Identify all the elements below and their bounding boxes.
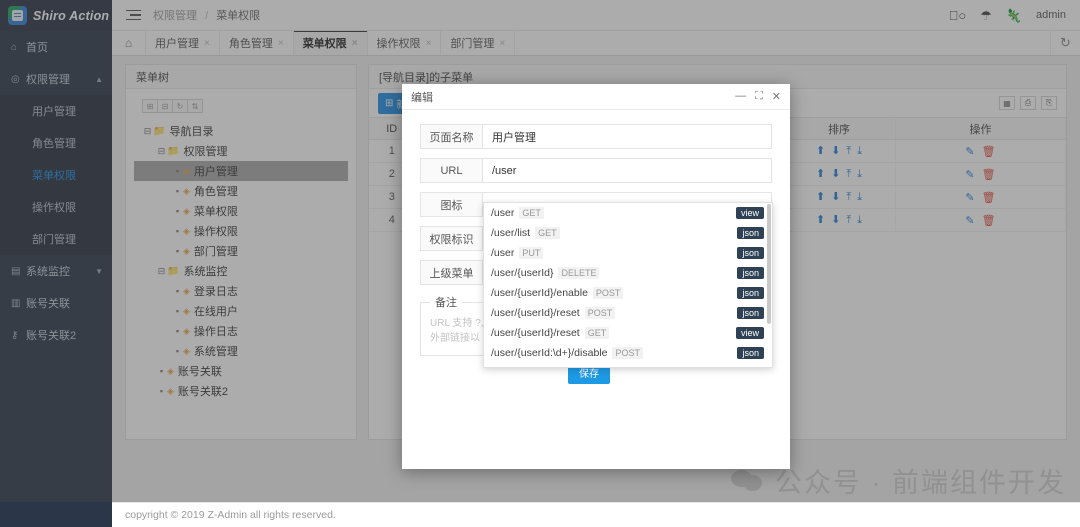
dialog-header: 编辑 — ⛶ ✕ — [402, 84, 790, 110]
url-autocomplete-dropdown: /user GET view/user/list GET json/user PUT jso… — [483, 202, 773, 368]
minimize-icon[interactable]: — — [735, 90, 746, 103]
autocomplete-scrollbar[interactable] — [767, 204, 771, 324]
autocomplete-item[interactable]: /user GET view — [484, 203, 772, 223]
wechat-icon — [731, 468, 765, 494]
http-method-badge: PUT — [519, 247, 544, 259]
autocomplete-path: /user/{userId}/reset — [491, 327, 580, 339]
autocomplete-path: /user/{userId}/reset — [491, 307, 580, 319]
response-type-badge: json — [737, 307, 764, 319]
watermark-text: 公众号 · 前端组件开发 — [775, 468, 1066, 498]
maximize-icon[interactable]: ⛶ — [755, 90, 763, 103]
autocomplete-list: /user GET view/user/list GET json/user PUT jso… — [484, 203, 772, 363]
copyright-text: copyright © 2019 Z-Admin all rights rese… — [125, 509, 336, 521]
autocomplete-item[interactable]: /user/{userId}/reset POST json — [484, 303, 772, 323]
http-method-badge: POST — [584, 307, 616, 319]
autocomplete-path: /user — [491, 247, 515, 259]
autocomplete-item[interactable]: /user PUT json — [484, 243, 772, 263]
http-method-badge: POST — [612, 347, 643, 359]
response-type-badge: json — [737, 347, 764, 359]
response-type-badge: json — [737, 247, 764, 259]
page-name-input[interactable]: 用户管理 — [483, 125, 771, 148]
dialog-body: 页面名称 用户管理 URL /user 图标 权限标识 上级菜单 备注 URL … — [402, 110, 790, 469]
field-label: 页面名称 — [421, 125, 483, 148]
autocomplete-item[interactable]: /user/{userId:\d+}/disable POST json — [484, 343, 772, 363]
field-label: 上级菜单 — [421, 261, 483, 284]
http-method-badge: GET — [535, 227, 560, 239]
url-input[interactable]: /user — [483, 159, 771, 182]
edit-dialog: 编辑 — ⛶ ✕ 页面名称 用户管理 URL /user 图标 权限标识 上级菜… — [402, 84, 790, 469]
http-method-badge: POST — [592, 287, 624, 299]
close-icon[interactable]: ✕ — [772, 90, 781, 103]
field-label: 图标 — [421, 193, 483, 216]
field-row-url: URL /user — [420, 158, 772, 183]
autocomplete-item[interactable]: /user/list GET json — [484, 223, 772, 243]
response-type-badge: json — [737, 267, 764, 279]
http-method-badge: GET — [584, 327, 610, 339]
field-label: 权限标识 — [421, 227, 483, 250]
autocomplete-item[interactable]: /user/{userId}/reset GET view — [484, 323, 772, 343]
footer: copyright © 2019 Z-Admin all rights rese… — [112, 502, 1080, 527]
autocomplete-item[interactable]: /user/{userId} DELETE json — [484, 263, 772, 283]
response-type-badge: view — [735, 207, 764, 219]
field-row-page-name: 页面名称 用户管理 — [420, 124, 772, 149]
response-type-badge: view — [735, 327, 764, 339]
autocomplete-path: /user/{userId}/enable — [491, 287, 588, 299]
field-label: URL — [421, 159, 483, 182]
dialog-title: 编辑 — [411, 91, 433, 104]
remark-legend: 备注 — [435, 297, 457, 309]
autocomplete-path: /user — [491, 207, 515, 219]
http-method-badge: GET — [519, 207, 544, 219]
http-method-badge: DELETE — [558, 267, 600, 279]
response-type-badge: json — [737, 287, 764, 299]
autocomplete-path: /user/{userId} — [491, 267, 554, 279]
autocomplete-path: /user/{userId:\d+}/disable — [491, 347, 608, 359]
autocomplete-item[interactable]: /user/{userId}/enable POST json — [484, 283, 772, 303]
dialog-controls: — ⛶ ✕ — [735, 90, 781, 103]
response-type-badge: json — [737, 227, 764, 239]
autocomplete-path: /user/list — [491, 227, 531, 239]
